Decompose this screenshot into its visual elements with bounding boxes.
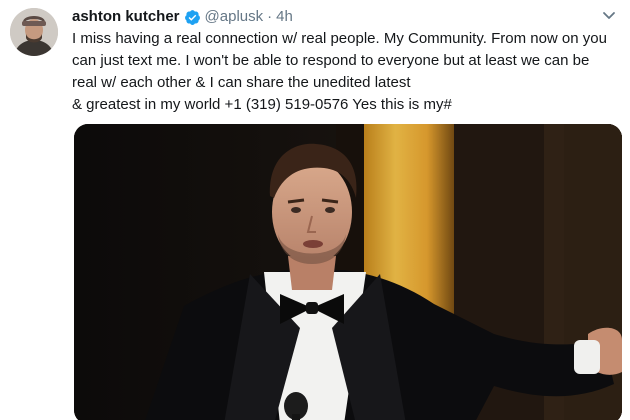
tweet-text-line: I miss having a real connection w/ real … (72, 30, 607, 47)
user-handle[interactable]: @aplusk (205, 7, 264, 27)
display-name[interactable]: ashton kutcher (72, 7, 180, 27)
verified-badge-icon (184, 9, 201, 26)
tweet: ashton kutcher @aplusk · 4h I miss havin… (0, 0, 630, 420)
chevron-down-icon[interactable] (600, 6, 618, 24)
tweet-text-line: & greatest in my world +1 (319) 519-0576… (72, 96, 452, 113)
tweet-text-line: can just text me. I won't be able to res… (72, 52, 590, 69)
avatar[interactable] (10, 8, 58, 56)
header-separator: · (267, 8, 273, 25)
tweet-text: I miss having a real connection w/ real … (72, 28, 622, 116)
tweet-timestamp[interactable]: 4h (276, 7, 293, 27)
tweet-media-gif[interactable] (74, 124, 622, 420)
tweet-text-line: real w/ each other & I can share the une… (72, 74, 411, 91)
tweet-header: ashton kutcher @aplusk · 4h (72, 6, 293, 28)
